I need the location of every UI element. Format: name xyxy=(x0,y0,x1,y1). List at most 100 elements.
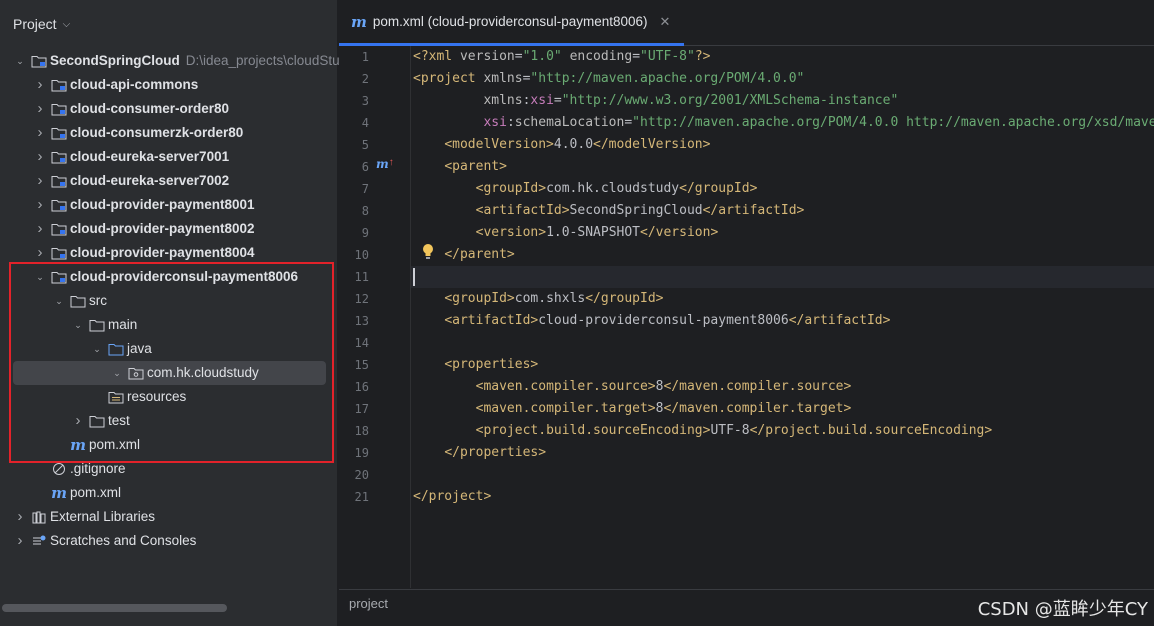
chevron-right-icon[interactable]: › xyxy=(13,505,27,529)
line-number: 15 xyxy=(354,358,369,372)
line-number: 3 xyxy=(361,94,369,108)
code-line: <project.build.sourceEncoding>UTF-8</pro… xyxy=(475,423,993,438)
code-line: <version>1.0-SNAPSHOT</version> xyxy=(475,225,719,240)
module-folder-icon xyxy=(51,150,67,164)
chevron-right-icon[interactable]: › xyxy=(33,97,47,121)
line-number: 6 xyxy=(361,160,369,174)
library-icon xyxy=(31,510,47,524)
tree-item[interactable]: m pom.xml xyxy=(33,481,121,505)
code-line: xsi:schemaLocation="http://maven.apache.… xyxy=(483,115,1154,130)
line-number: 10 xyxy=(354,248,369,262)
module-folder-icon xyxy=(51,174,67,188)
code-line: </parent> xyxy=(444,247,515,262)
code-line: <groupId>com.hk.cloudstudy</groupId> xyxy=(475,181,758,196)
line-number: 19 xyxy=(354,446,369,460)
line-number: 8 xyxy=(361,204,369,218)
line-number: 20 xyxy=(354,468,369,482)
chevron-right-icon[interactable]: › xyxy=(33,169,47,193)
red-highlight-annotation xyxy=(9,262,334,463)
chevron-right-icon[interactable]: › xyxy=(33,121,47,145)
code-line: <artifactId>cloud-providerconsul-payment… xyxy=(444,313,891,328)
tree-item[interactable]: › External Libraries xyxy=(13,505,156,529)
code-line: <parent> xyxy=(444,159,507,174)
text-caret xyxy=(413,267,415,286)
line-number: 4 xyxy=(361,116,369,130)
tree-item[interactable]: › cloud-provider-payment8002 xyxy=(33,217,255,241)
code-line xyxy=(411,266,1154,288)
chevron-down-icon: ⌵ xyxy=(62,18,71,30)
tree-item-label: cloud-provider-payment8002 xyxy=(70,221,255,236)
editor-area: m pom.xml (cloud-providerconsul-payment8… xyxy=(339,0,1154,626)
line-number: 5 xyxy=(361,138,369,152)
line-number-gutter: 1 2 3 4 5 6 7 8 9 10 11 12 13 14 15 16 17 18 19 20 21 xyxy=(339,46,411,588)
line-number: 14 xyxy=(354,336,369,350)
chevron-right-icon[interactable]: › xyxy=(33,145,47,169)
code-line: <artifactId>SecondSpringCloud</artifactI… xyxy=(475,203,805,218)
lightbulb-icon[interactable] xyxy=(421,243,435,261)
module-folder-icon xyxy=(51,102,67,116)
chevron-down-icon[interactable]: ⌄ xyxy=(13,49,27,73)
code-line: </project> xyxy=(413,489,492,504)
tree-item-label: cloud-api-commons xyxy=(70,77,199,92)
code-editor[interactable]: <?xml version="1.0" encoding="UTF-8"?> <p… xyxy=(411,46,1154,588)
project-view-selector[interactable]: Project ⌵ xyxy=(0,0,337,48)
maven-file-icon: m xyxy=(51,484,67,502)
tree-item[interactable]: › cloud-eureka-server7001 xyxy=(33,145,230,169)
maven-file-icon: m xyxy=(351,12,367,31)
scratches-icon xyxy=(31,534,47,548)
breadcrumb[interactable]: project xyxy=(349,596,388,611)
code-line: <maven.compiler.target>8</maven.compiler… xyxy=(475,401,852,416)
code-line: <maven.compiler.source>8</maven.compiler… xyxy=(475,379,852,394)
tree-item[interactable]: › cloud-consumerzk-order80 xyxy=(33,121,244,145)
tree-item-label: SecondSpringCloud xyxy=(50,53,180,68)
tree-item-label: cloud-eureka-server7001 xyxy=(70,149,230,164)
tree-item[interactable]: › cloud-consumer-order80 xyxy=(33,97,230,121)
line-number: 16 xyxy=(354,380,369,394)
tree-item-label: cloud-eureka-server7002 xyxy=(70,173,230,188)
code-line: <?xml version="1.0" encoding="UTF-8"?> xyxy=(413,49,711,64)
tree-item-label: cloud-consumerzk-order80 xyxy=(70,125,244,140)
code-line: xmlns:xsi="http://www.w3.org/2001/XMLSch… xyxy=(483,93,899,108)
chevron-right-icon[interactable]: › xyxy=(33,193,47,217)
line-number: 11 xyxy=(354,270,369,284)
chevron-right-icon[interactable]: › xyxy=(33,217,47,241)
line-number: 17 xyxy=(354,402,369,416)
module-folder-icon xyxy=(51,126,67,140)
horizontal-scrollbar[interactable] xyxy=(2,604,227,612)
code-line: <groupId>com.shxls</groupId> xyxy=(444,291,664,306)
tab-label: pom.xml (cloud-providerconsul-payment800… xyxy=(372,14,648,29)
tree-item[interactable]: › cloud-provider-payment8001 xyxy=(33,193,255,217)
watermark: CSDN @蓝眸少年CY xyxy=(977,599,1148,620)
tree-item[interactable]: › Scratches and Consoles xyxy=(13,529,197,553)
tree-item[interactable]: › cloud-api-commons xyxy=(33,73,199,97)
chevron-right-icon[interactable]: › xyxy=(13,529,27,553)
line-number: 1 xyxy=(361,50,369,64)
override-gutter-icon[interactable]: m↑ xyxy=(376,157,394,171)
line-number: 7 xyxy=(361,182,369,196)
tab-pom-xml[interactable]: m pom.xml (cloud-providerconsul-payment8… xyxy=(339,0,685,46)
gitignore-icon xyxy=(51,462,67,476)
module-folder-icon xyxy=(51,246,67,260)
module-folder-icon xyxy=(51,222,67,236)
chevron-right-icon[interactable]: › xyxy=(33,73,47,97)
code-line: <project xmlns="http://maven.apache.org/… xyxy=(413,71,805,86)
tree-item-label: Scratches and Consoles xyxy=(50,533,197,548)
module-folder-icon xyxy=(51,78,67,92)
tree-item[interactable]: › cloud-eureka-server7002 xyxy=(33,169,230,193)
line-number: 9 xyxy=(361,226,369,240)
tree-item-label: cloud-provider-payment8001 xyxy=(70,197,255,212)
tree-item[interactable]: ⌄ SecondSpringCloud D:\idea_projects\cloud… xyxy=(13,49,340,73)
code-line: <modelVersion>4.0.0</modelVersion> xyxy=(444,137,711,152)
tree-item-path: D:\idea_projects\cloudStu xyxy=(185,53,340,68)
line-number: 13 xyxy=(354,314,369,328)
close-icon[interactable]: ✕ xyxy=(660,14,671,30)
tree-item-label: cloud-consumer-order80 xyxy=(70,101,230,116)
editor-tab-bar: m pom.xml (cloud-providerconsul-payment8… xyxy=(339,0,1154,46)
breadcrumb-bar: project CSDN @蓝眸少年CY xyxy=(339,589,1154,626)
panel-title: Project xyxy=(13,16,57,32)
line-number: 2 xyxy=(361,72,369,86)
tree-item-label: External Libraries xyxy=(50,509,156,524)
line-number: 12 xyxy=(354,292,369,306)
